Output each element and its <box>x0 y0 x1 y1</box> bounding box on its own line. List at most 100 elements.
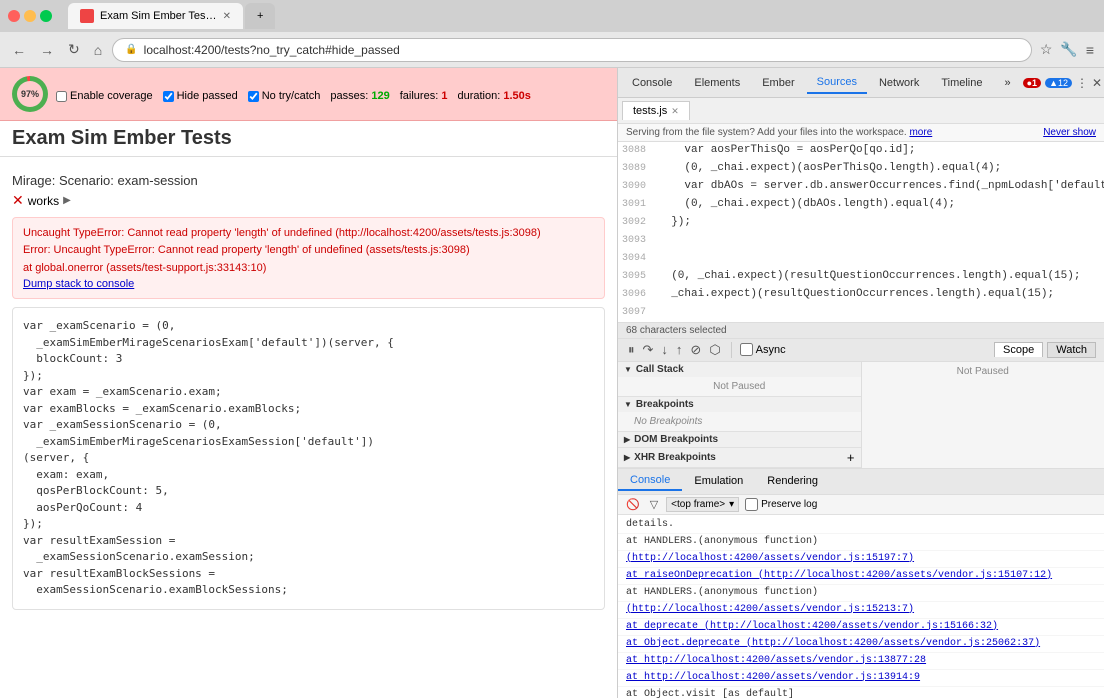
call-stack-not-paused: Not Paused <box>618 377 861 396</box>
dump-stack-link[interactable]: Dump stack to console <box>23 278 134 290</box>
console-link[interactable]: at http://localhost:4200/assets/vendor.j… <box>626 672 920 683</box>
dont-pause-button[interactable]: ⬡ <box>707 342 722 358</box>
console-link[interactable]: at http://localhost:4200/assets/vendor.j… <box>626 655 926 666</box>
watch-button[interactable]: Watch <box>1047 342 1096 358</box>
console-link[interactable]: at deprecate (http://localhost:4200/asse… <box>626 621 998 632</box>
expand-icon[interactable]: ▶ <box>63 195 71 206</box>
failures-count: 1 <box>441 90 447 102</box>
tab-elements[interactable]: Elements <box>684 73 750 93</box>
hide-passed-checkbox[interactable] <box>163 91 174 102</box>
never-show-link[interactable]: Never show <box>1043 127 1096 138</box>
console-link[interactable]: at raiseOnDeprecation (http://localhost:… <box>626 570 1052 581</box>
url-display: localhost:4200/tests?no_try_catch#hide_p… <box>144 43 400 57</box>
tab-ember[interactable]: Ember <box>752 73 804 93</box>
frame-select[interactable]: <top frame> ▾ <box>666 497 739 512</box>
error-text-1: Uncaught TypeError: Cannot read property… <box>23 226 594 241</box>
console-tab-rendering[interactable]: Rendering <box>755 472 830 490</box>
code-line: 3088 var aosPerThisQo = aosPerQo[qo.id]; <box>618 142 1104 160</box>
code-line: 3090 var dbAOs = server.db.answerOccurre… <box>618 178 1104 196</box>
code-line: 3093 <box>618 232 1104 250</box>
no-try-catch-checkbox[interactable] <box>248 91 259 102</box>
file-tab-close-icon[interactable]: ✕ <box>671 106 679 117</box>
console-output[interactable]: details. at HANDLERS.(anonymous function… <box>618 515 1104 698</box>
code-line: 3097 <box>618 304 1104 322</box>
test-title: Exam Sim Ember Tests <box>12 127 605 150</box>
line-code: var dbAOs = server.db.answerOccurrences.… <box>654 178 1104 195</box>
breakpoints-header[interactable]: ▼ Breakpoints <box>618 397 861 412</box>
address-bar[interactable]: 🔒 localhost:4200/tests?no_try_catch#hide… <box>112 38 1032 62</box>
test-panel: 97% Enable coverage Hide passed No try/c… <box>0 68 618 698</box>
error-badge: ●1 <box>1023 78 1041 88</box>
inactive-browser-tab[interactable]: + <box>245 3 275 29</box>
test-body[interactable]: Mirage: Scenario: exam-session ✕ works ▶… <box>0 157 617 698</box>
step-out-button[interactable]: ↑ <box>674 342 685 357</box>
extensions-icon[interactable]: 🔧 <box>1058 39 1079 60</box>
selection-bar: 68 characters selected <box>618 322 1104 339</box>
console-link[interactable]: at Object.deprecate (http://localhost:42… <box>626 638 1040 649</box>
devtools-close-icon[interactable]: ✕ <box>1092 76 1102 90</box>
tab-close-icon[interactable]: ✕ <box>223 11 231 22</box>
console-tab-emulation[interactable]: Emulation <box>682 472 755 490</box>
devtools-settings-icon[interactable]: ⋮ <box>1076 76 1088 90</box>
step-into-button[interactable]: ↓ <box>659 342 670 357</box>
console-link[interactable]: (http://localhost:4200/assets/vendor.js:… <box>626 604 914 615</box>
tab-more[interactable]: » <box>995 73 1021 93</box>
deactivate-button[interactable]: ⊘ <box>688 342 703 358</box>
hide-passed-label[interactable]: Hide passed <box>163 90 238 102</box>
file-tab-tests-js[interactable]: tests.js ✕ <box>622 101 690 120</box>
star-icon[interactable]: ☆ <box>1038 39 1055 60</box>
close-button[interactable] <box>8 10 20 22</box>
console-tab-console[interactable]: Console <box>618 471 682 491</box>
nav-bar: ← → ↻ ⌂ 🔒 localhost:4200/tests?no_try_ca… <box>0 32 1104 68</box>
pause-button[interactable]: ⏸ <box>626 342 637 358</box>
console-link[interactable]: (http://localhost:4200/assets/vendor.js:… <box>626 553 914 564</box>
devtools-controls: ●1 ▲12 ⋮ ✕ <box>1023 76 1102 90</box>
line-code: _chai.expect)(resultQuestionOccurrences.… <box>654 286 1054 303</box>
no-try-catch-label[interactable]: No try/catch <box>248 90 321 102</box>
dom-breakpoints-header[interactable]: ▶ DOM Breakpoints <box>618 432 861 447</box>
refresh-button[interactable]: ↻ <box>64 39 84 60</box>
tab-console[interactable]: Console <box>622 73 682 93</box>
forward-button[interactable]: → <box>36 40 58 60</box>
console-filter-icon[interactable]: ▽ <box>648 498 660 511</box>
title-bar: Exam Sim Ember Tes… ✕ + <box>0 0 1104 32</box>
security-icon: 🔒 <box>125 44 137 55</box>
preserve-log-label[interactable]: Preserve log <box>745 498 817 511</box>
devtools-file-tabs: tests.js ✕ <box>618 98 1104 124</box>
preserve-log-checkbox[interactable] <box>745 498 758 511</box>
tab-network[interactable]: Network <box>869 73 929 93</box>
maximize-button[interactable] <box>40 10 52 22</box>
line-code: var aosPerThisQo = aosPerQo[qo.id]; <box>654 142 915 159</box>
back-button[interactable]: ← <box>8 40 30 60</box>
step-over-button[interactable]: ↷ <box>641 342 656 358</box>
enable-coverage-label[interactable]: Enable coverage <box>56 90 153 102</box>
console-line: at Object.visit [as default] <box>618 687 1104 698</box>
console-clear-icon[interactable]: 🚫 <box>624 498 642 511</box>
code-viewer[interactable]: 3088 var aosPerThisQo = aosPerQo[qo.id];… <box>618 142 1104 322</box>
call-stack-header[interactable]: ▼ Call Stack <box>618 362 861 377</box>
console-line: (http://localhost:4200/assets/vendor.js:… <box>618 551 1104 568</box>
async-check[interactable]: Async <box>740 343 786 356</box>
scope-not-paused: Not Paused <box>862 362 1104 381</box>
duration-stat: duration: 1.50s <box>457 90 530 102</box>
line-code: (0, _chai.expect)(aosPerThisQo.length).e… <box>654 160 1001 177</box>
tab-timeline[interactable]: Timeline <box>931 73 992 93</box>
tab-title: Exam Sim Ember Tes… <box>100 10 217 22</box>
duration-value: 1.50s <box>503 90 531 102</box>
minimize-button[interactable] <box>24 10 36 22</box>
menu-icon[interactable]: ≡ <box>1084 40 1096 60</box>
workspace-more-link[interactable]: more <box>909 127 932 138</box>
xhr-breakpoints-section: ▶ XHR Breakpoints + <box>618 448 861 468</box>
active-browser-tab[interactable]: Exam Sim Ember Tes… ✕ <box>68 3 243 29</box>
breakpoints-empty: No Breakpoints <box>618 412 861 431</box>
call-stack-panel: ▼ Call Stack Not Paused ▼ Breakpoints No… <box>618 362 862 468</box>
xhr-breakpoints-header[interactable]: ▶ XHR Breakpoints + <box>618 448 861 467</box>
enable-coverage-checkbox[interactable] <box>56 91 67 102</box>
add-xhr-bp-button[interactable]: + <box>847 450 855 465</box>
async-checkbox[interactable] <box>740 343 753 356</box>
dom-bp-title: DOM Breakpoints <box>634 434 718 445</box>
call-stack-title: Call Stack <box>636 364 684 375</box>
tab-sources[interactable]: Sources <box>807 72 867 94</box>
scope-button[interactable]: Scope <box>994 342 1043 357</box>
home-button[interactable]: ⌂ <box>90 40 106 60</box>
